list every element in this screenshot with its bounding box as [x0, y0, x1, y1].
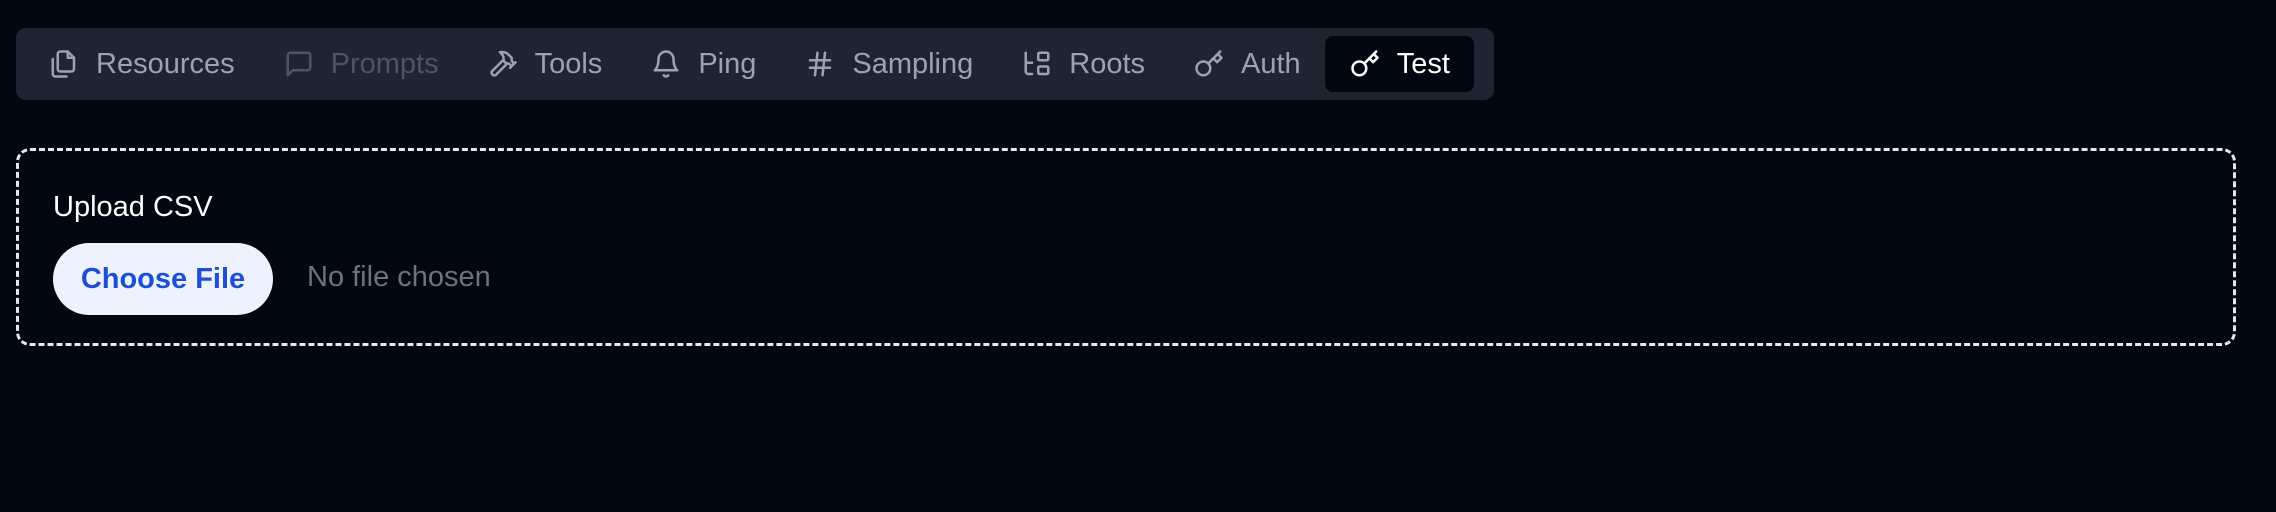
- tab-label: Prompts: [330, 47, 439, 80]
- tab-label: Resources: [96, 47, 235, 80]
- tab-tools[interactable]: Tools: [463, 36, 627, 92]
- upload-panel: Upload CSV Choose File No file chosen: [16, 148, 2236, 346]
- tab-label: Test: [1396, 47, 1450, 80]
- tab-resources[interactable]: Resources: [24, 36, 259, 92]
- app-root: Resources Prompts Tools Ping Sampling Ro…: [0, 0, 2276, 512]
- tab-bar: Resources Prompts Tools Ping Sampling Ro…: [16, 28, 1494, 100]
- message-square-icon: [283, 48, 315, 80]
- tab-prompts[interactable]: Prompts: [259, 36, 463, 92]
- tab-ping[interactable]: Ping: [626, 36, 780, 92]
- key-icon: [1349, 48, 1381, 80]
- key-icon: [1193, 48, 1225, 80]
- hammer-icon: [487, 48, 519, 80]
- bell-icon: [650, 48, 682, 80]
- file-status-text: No file chosen: [307, 261, 491, 293]
- tab-test[interactable]: Test: [1324, 36, 1474, 92]
- files-icon: [48, 48, 80, 80]
- tab-sampling[interactable]: Sampling: [780, 36, 997, 92]
- hash-icon: [804, 48, 836, 80]
- tab-label: Auth: [1241, 47, 1301, 80]
- upload-label: Upload CSV: [53, 191, 213, 223]
- tab-auth[interactable]: Auth: [1169, 36, 1325, 92]
- choose-file-button[interactable]: Choose File: [53, 243, 273, 315]
- tab-label: Sampling: [852, 47, 974, 80]
- tab-roots[interactable]: Roots: [997, 36, 1169, 92]
- tab-label: Ping: [698, 47, 757, 80]
- tab-label: Roots: [1069, 47, 1146, 80]
- tab-label: Tools: [534, 47, 603, 80]
- folder-tree-icon: [1021, 48, 1053, 80]
